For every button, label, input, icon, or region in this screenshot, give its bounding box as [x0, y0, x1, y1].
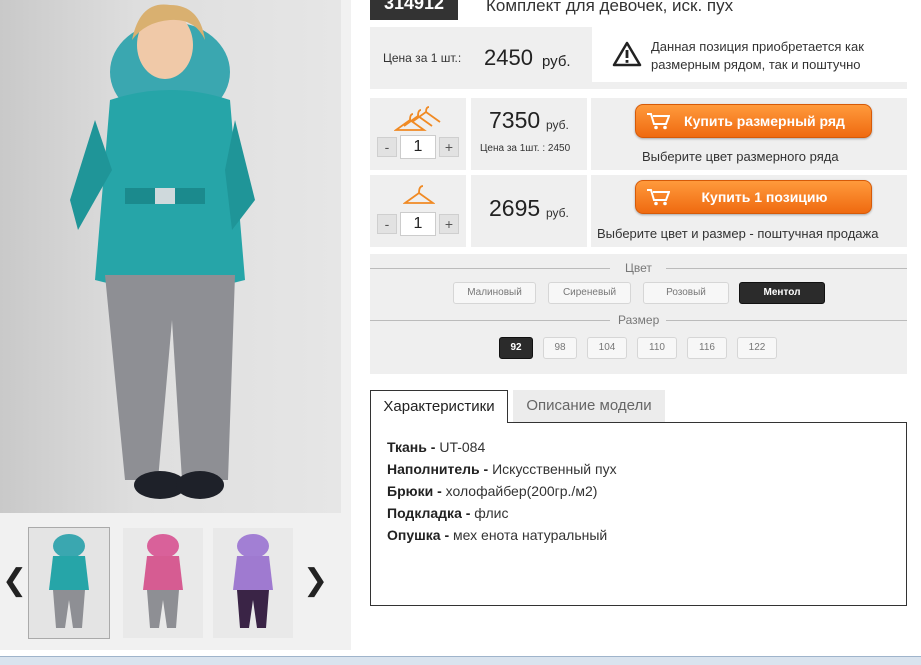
- spec-label: Подкладка -: [387, 505, 471, 521]
- divider: [666, 268, 907, 269]
- spec-value: флис: [474, 505, 509, 521]
- product-page: { "product": { "article": "314912", "tit…: [0, 0, 921, 665]
- size-row-per-unit: Цена за 1шт. : 2450: [480, 143, 571, 154]
- cart-icon: [647, 113, 670, 130]
- size-row-plus-button[interactable]: +: [439, 137, 459, 157]
- color-option-lilac[interactable]: Сиреневый: [548, 282, 631, 304]
- size-option-110[interactable]: 110: [637, 337, 677, 359]
- size-option-92[interactable]: 92: [499, 337, 533, 359]
- size-row-hint: Выберите цвет размерного ряда: [642, 149, 839, 164]
- os-taskbar: [0, 656, 921, 665]
- hanger-set-icon: [394, 106, 441, 131]
- spec-row: Опушка - мех енота натуральный: [387, 527, 607, 543]
- price-label: Цена за 1 шт.:: [383, 51, 462, 65]
- spec-value: Искусственный пух: [492, 461, 617, 477]
- buy-size-row-button[interactable]: Купить размерный ряд: [635, 104, 872, 138]
- size-row-price: 7350: [489, 107, 541, 133]
- main-product-photo[interactable]: [0, 0, 341, 513]
- divider: [370, 320, 610, 321]
- price-unit: руб.: [542, 53, 571, 70]
- cart-icon: [647, 189, 670, 206]
- size-row-stepper: - 1 +: [377, 135, 459, 159]
- spec-label: Наполнитель -: [387, 461, 489, 477]
- size-row-quantity-cell: - 1 +: [370, 98, 466, 170]
- color-option-mint[interactable]: Ментол: [739, 282, 825, 304]
- size-option-98[interactable]: 98: [543, 337, 577, 359]
- thumbnail-mint[interactable]: [28, 527, 110, 639]
- spec-value: UT-084: [439, 439, 486, 455]
- gallery-prev-arrow[interactable]: ❮: [2, 563, 27, 598]
- purchase-notice: Данная позиция приобретается как размерн…: [592, 27, 907, 82]
- size-option-104[interactable]: 104: [587, 337, 627, 359]
- warning-icon: [612, 41, 642, 67]
- size-row-unit: руб.: [546, 118, 569, 132]
- divider: [370, 268, 610, 269]
- single-price: 2695: [489, 195, 541, 221]
- spec-value: холофайбер(200гр./м2): [445, 483, 598, 499]
- divider: [666, 320, 907, 321]
- size-row-quantity-input[interactable]: 1: [400, 135, 436, 159]
- spec-label: Опушка -: [387, 527, 450, 543]
- spec-label: Брюки -: [387, 483, 442, 499]
- price-value: 2450: [484, 45, 533, 70]
- notice-text: Данная позиция приобретается как размерн…: [651, 38, 864, 74]
- single-buy-cell: Купить 1 позицию Выберите цвет и размер …: [591, 175, 907, 247]
- buy-single-button[interactable]: Купить 1 позицию: [635, 180, 872, 214]
- single-price-cell: 2695 руб.: [471, 175, 587, 247]
- size-row-price-cell: 7350 руб. Цена за 1шт. : 2450: [471, 98, 587, 170]
- single-quantity-input[interactable]: 1: [400, 212, 436, 236]
- notice-line-1: Данная позиция приобретается как: [651, 39, 864, 54]
- single-hint: Выберите цвет и размер - поштучная прода…: [597, 226, 879, 241]
- size-title: Размер: [618, 313, 660, 327]
- tab-description[interactable]: Описание модели: [513, 390, 665, 423]
- color-option-pink[interactable]: Розовый: [643, 282, 729, 304]
- article-number: 314912: [384, 0, 445, 13]
- spec-row: Брюки - холофайбер(200гр./м2): [387, 483, 597, 499]
- size-row-minus-button[interactable]: -: [377, 137, 397, 157]
- gallery-next-arrow[interactable]: ❯: [303, 563, 328, 598]
- size-row-buy-cell: Купить размерный ряд Выберите цвет разме…: [591, 98, 907, 170]
- single-stepper: - 1 +: [377, 212, 459, 236]
- size-option-116[interactable]: 116: [687, 337, 727, 359]
- thumbnail-gallery: ❮ ❯: [0, 513, 351, 650]
- article-badge: 314912: [370, 0, 458, 20]
- spec-value: мех енота натуральный: [453, 527, 608, 543]
- single-quantity-cell: - 1 +: [370, 175, 466, 247]
- spec-label: Ткань -: [387, 439, 436, 455]
- product-title: Комплект для девочек, иск. пух: [486, 0, 734, 15]
- single-plus-button[interactable]: +: [439, 214, 459, 234]
- single-minus-button[interactable]: -: [377, 214, 397, 234]
- tab-characteristics[interactable]: Характеристики: [370, 390, 508, 423]
- size-option-122[interactable]: 122: [737, 337, 777, 359]
- spec-row: Ткань - UT-084: [387, 439, 485, 455]
- single-unit: руб.: [546, 206, 569, 220]
- color-option-raspberry[interactable]: Малиновый: [453, 282, 536, 304]
- price-row: Цена за 1 шт.: 2450 руб. Данная позиция …: [370, 27, 907, 89]
- thumbnail-raspberry[interactable]: [123, 528, 203, 638]
- color-title: Цвет: [625, 261, 652, 275]
- buy-size-row-label: Купить размерный ряд: [684, 113, 845, 129]
- spec-row: Наполнитель - Искусственный пух: [387, 461, 617, 477]
- hanger-icon: [403, 185, 435, 204]
- buy-single-label: Купить 1 позицию: [701, 189, 828, 205]
- spec-row: Подкладка - флис: [387, 505, 509, 521]
- photo-column: ❮ ❯: [0, 0, 351, 650]
- characteristics-panel: Ткань - UT-084 Наполнитель - Искусственн…: [370, 422, 907, 606]
- options-panel: Цвет Малиновый Сиреневый Розовый Ментол …: [370, 254, 907, 374]
- notice-line-2: размерным рядом, так и поштучно: [651, 57, 861, 72]
- thumbnail-lilac[interactable]: [213, 528, 293, 638]
